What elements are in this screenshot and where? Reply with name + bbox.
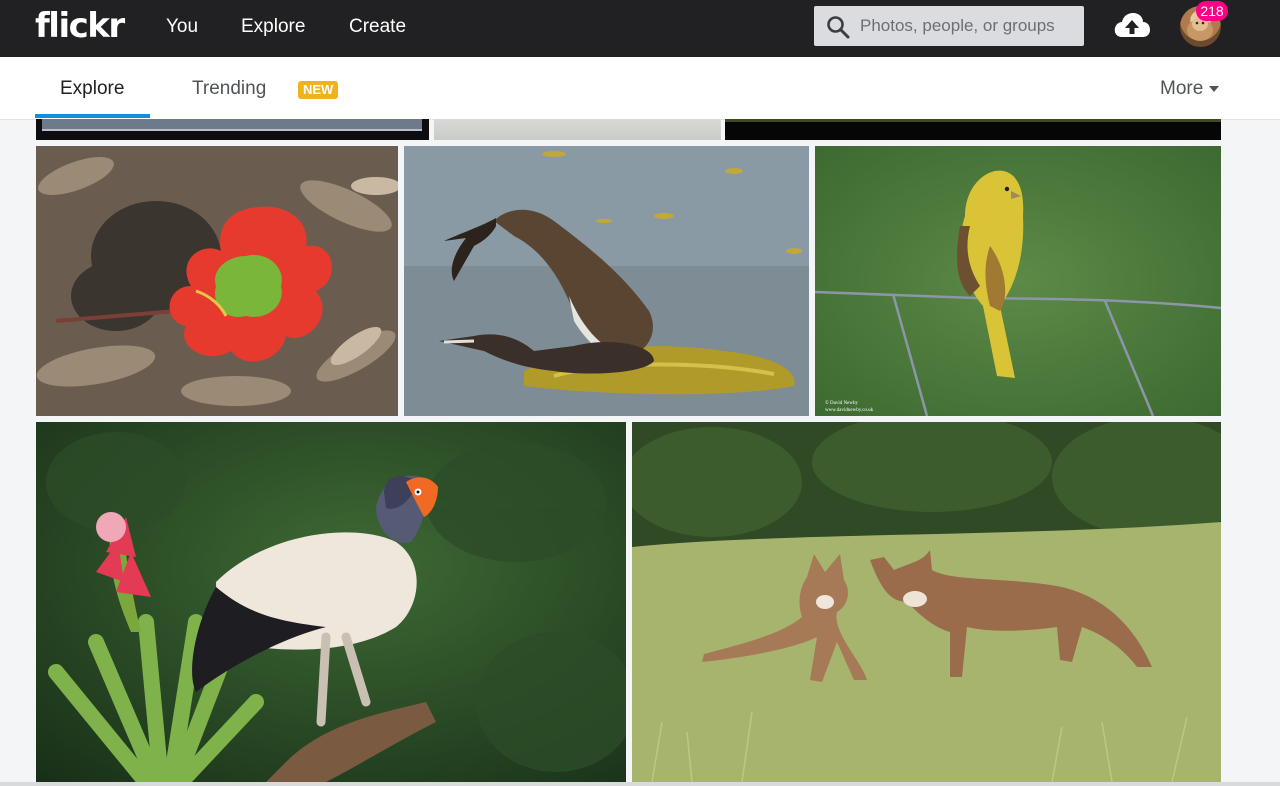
search-input[interactable] — [860, 6, 1075, 46]
photo-watermark: © David Newby — [825, 400, 858, 406]
photo-king-vulture[interactable] — [36, 422, 626, 782]
tab-trending[interactable]: Trending — [192, 78, 266, 100]
search-box[interactable] — [814, 6, 1084, 46]
more-menu-button[interactable]: More — [1160, 78, 1220, 100]
more-label: More — [1160, 78, 1204, 99]
photo-watermark: www.davidnewby.co.uk — [825, 408, 874, 413]
search-icon — [827, 16, 850, 39]
photo-tile-previous-row[interactable] — [36, 119, 429, 140]
notification-badge[interactable]: 218 — [1196, 1, 1228, 21]
explore-subnav: Explore Trending NEW More — [0, 57, 1280, 120]
nav-explore[interactable]: Explore — [241, 16, 305, 38]
nav-you[interactable]: You — [166, 16, 198, 38]
photo-tile-previous-row[interactable] — [725, 119, 1221, 140]
new-badge: NEW — [298, 81, 339, 99]
upload-cloud-icon[interactable] — [1113, 10, 1151, 42]
tab-explore[interactable]: Explore — [60, 78, 124, 100]
photo-grebes[interactable] — [404, 146, 809, 416]
photo-tile-previous-row[interactable] — [434, 119, 721, 140]
nav-create[interactable]: Create — [349, 16, 406, 38]
top-navigation-bar: flickr You Explore Create 218 — [0, 0, 1280, 57]
photo-foxes[interactable] — [632, 422, 1221, 782]
active-tab-indicator — [35, 114, 150, 118]
photo-red-leaf[interactable] — [36, 146, 398, 416]
chevron-down-icon — [1209, 85, 1220, 92]
flickr-logo[interactable]: flickr — [35, 6, 125, 46]
page-bottom-edge — [0, 782, 1280, 786]
photo-yellowhammer[interactable]: © David Newby www.davidnewby.co.uk — [815, 146, 1221, 416]
